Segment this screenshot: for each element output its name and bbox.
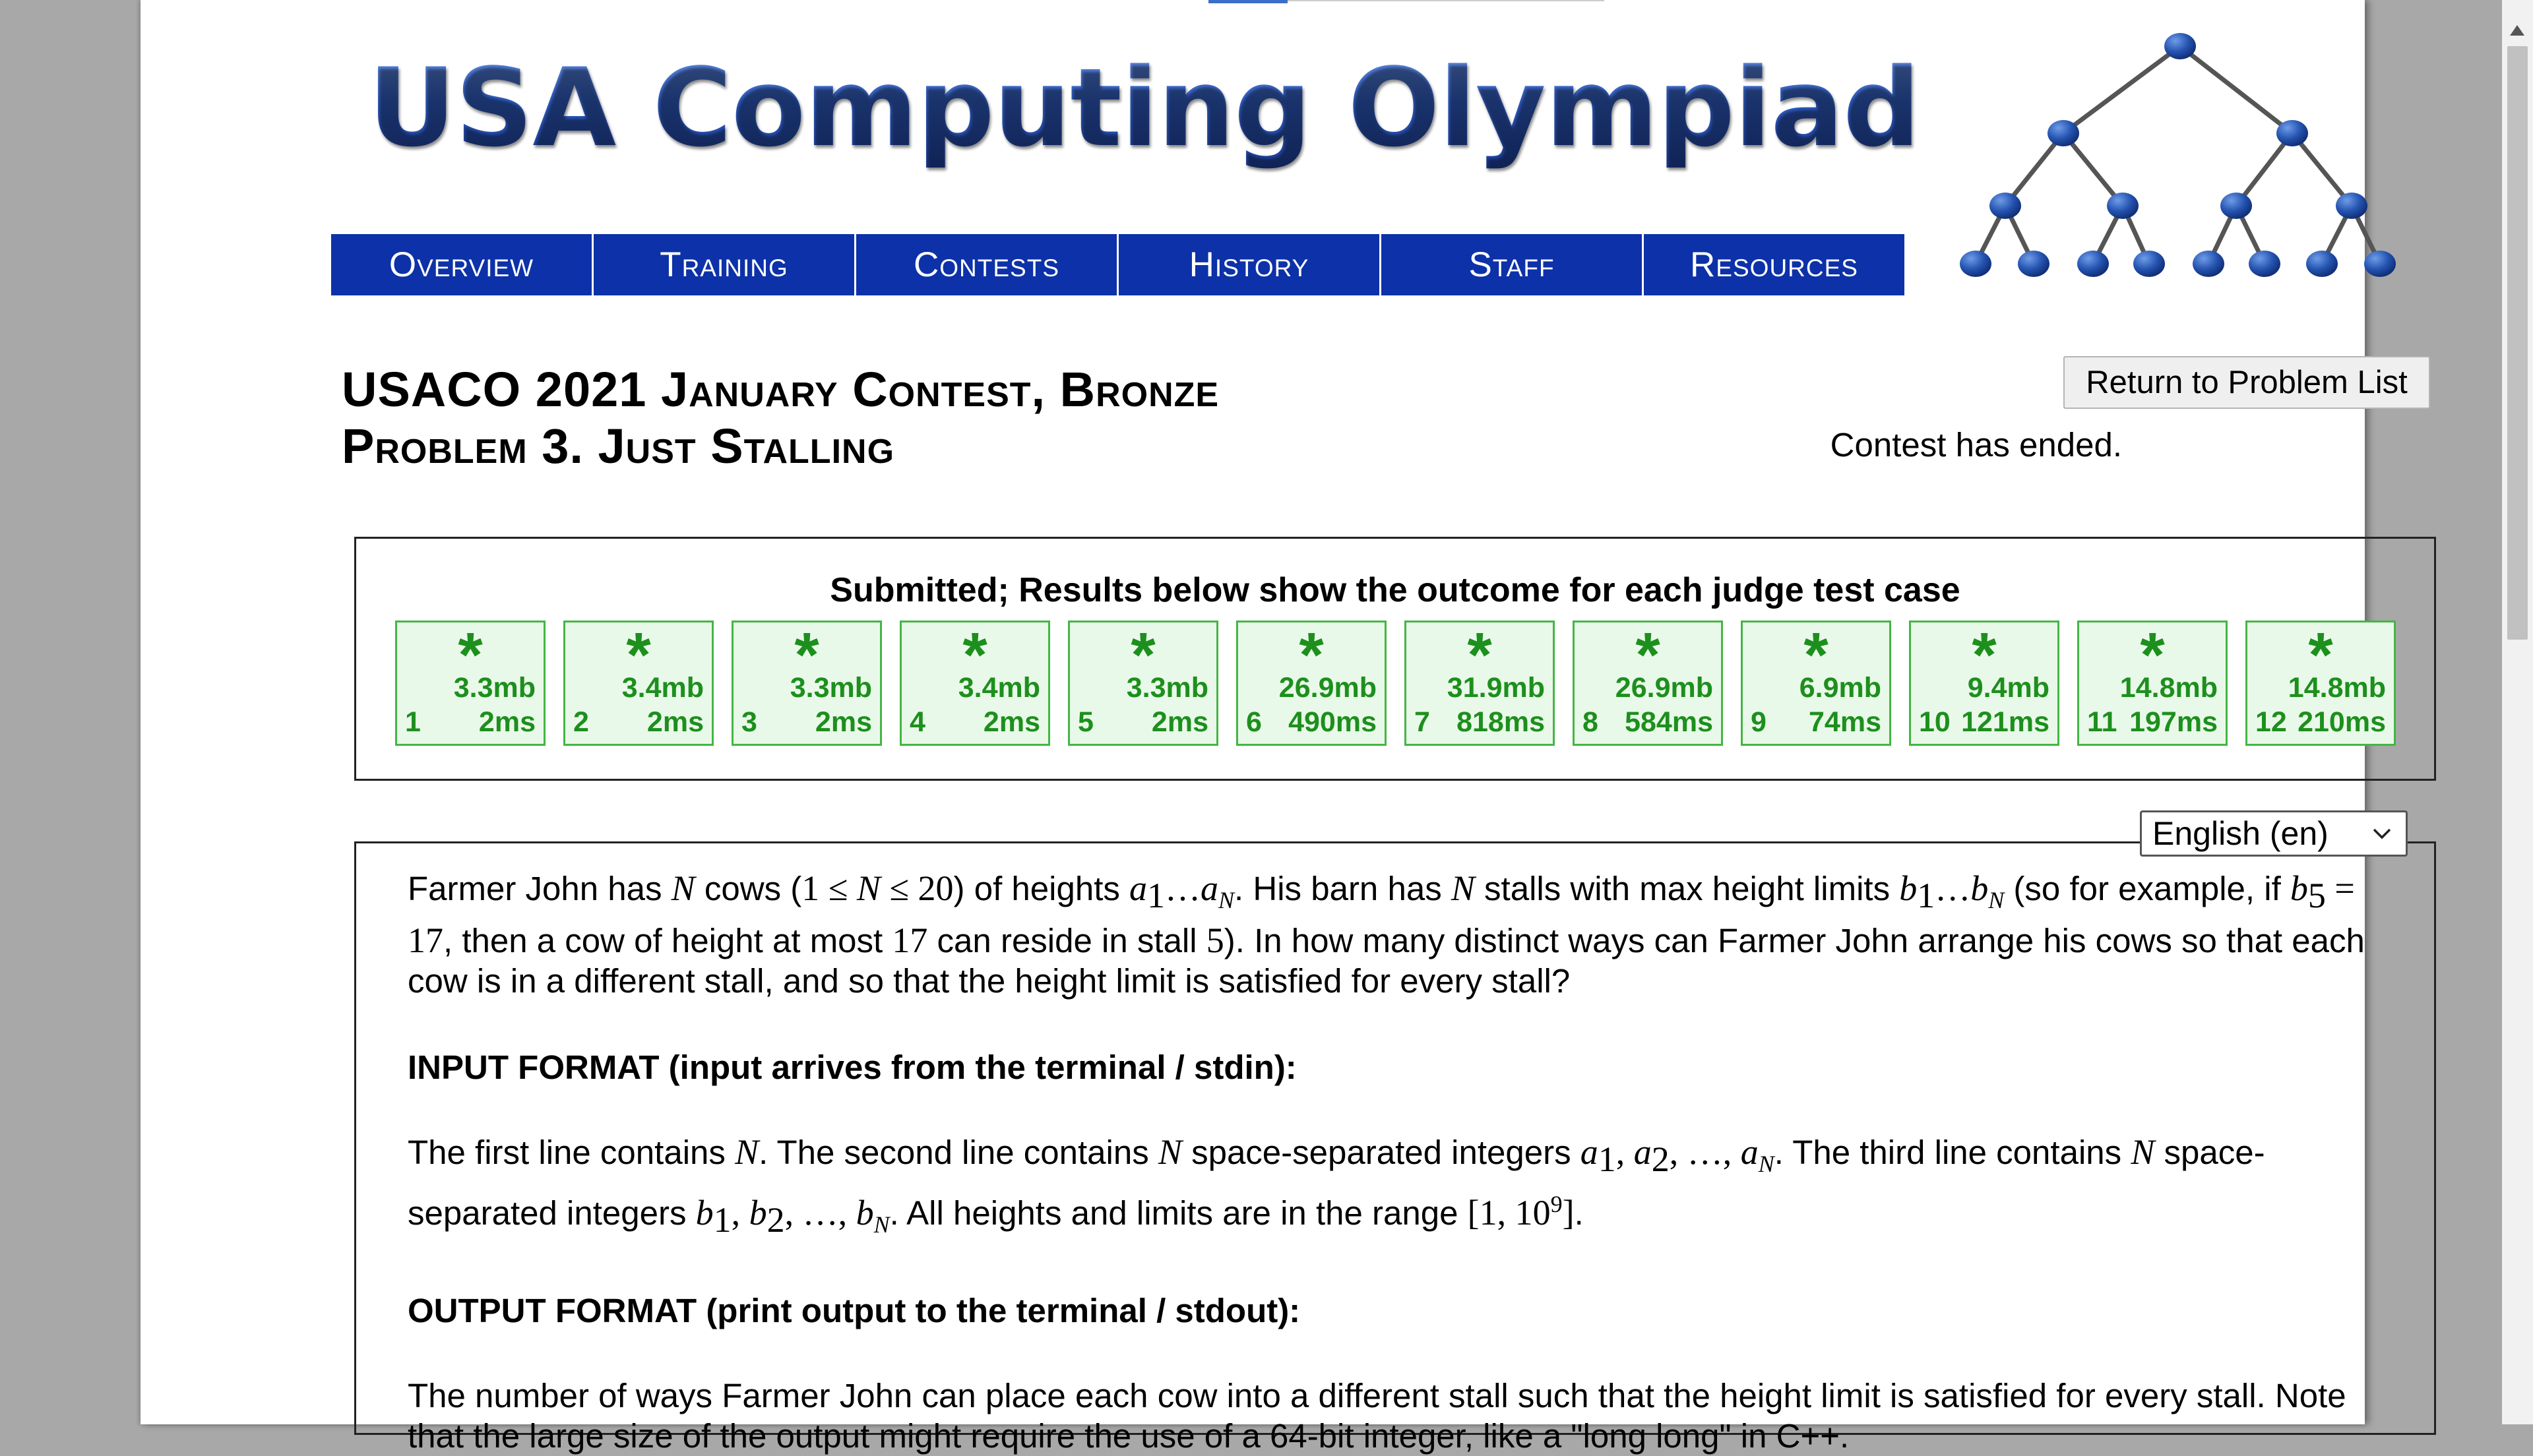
test-case-number: 5	[1078, 706, 1094, 738]
test-case-time: 584ms	[1625, 706, 1713, 738]
nav-staff[interactable]: Staff	[1381, 234, 1644, 295]
test-case-memory: 3.4mb	[958, 672, 1040, 704]
top-tab-indicator	[1208, 0, 1288, 3]
nav-resources[interactable]: Resources	[1644, 234, 1904, 295]
test-case-memory: 26.9mb	[1278, 672, 1377, 704]
tree-logo-icon	[1960, 33, 2396, 277]
site-logo[interactable]: USA Computing Olympiad	[368, 45, 1920, 171]
main-nav: Overview Training Contests History Staff…	[331, 234, 1904, 295]
problem-description: Farmer John has N cows (1 ≤ N ≤ 20) of h…	[408, 868, 2365, 1000]
test-case: * 31.9mb 7 818ms	[1404, 621, 1555, 746]
test-case-number: 8	[1582, 706, 1598, 738]
nav-history[interactable]: History	[1119, 234, 1381, 295]
test-case-memory: 14.8mb	[2119, 672, 2218, 704]
language-selected: English (en)	[2152, 815, 2329, 852]
test-case-memory: 26.9mb	[1615, 672, 1713, 704]
test-case-number: 3	[741, 706, 757, 738]
test-case: * 3.3mb 1 2ms	[395, 621, 546, 746]
problem-content: Farmer John has N cows (1 ≤ N ≤ 20) of h…	[408, 868, 2380, 1456]
nav-contests[interactable]: Contests	[856, 234, 1119, 295]
return-to-problem-list-button[interactable]: Return to Problem List	[2063, 356, 2430, 409]
test-case-number: 2	[573, 706, 589, 738]
output-format-heading: OUTPUT FORMAT (print output to the termi…	[408, 1292, 1301, 1330]
test-case-time: 121ms	[1961, 706, 2049, 738]
test-case-number: 9	[1751, 706, 1767, 738]
test-case-number: 1	[405, 706, 421, 738]
test-case: * 26.9mb 8 584ms	[1573, 621, 1723, 746]
test-case-memory: 3.3mb	[790, 672, 872, 704]
test-case-number: 7	[1414, 706, 1430, 738]
title-problem: Problem 3. Just Stalling	[342, 419, 895, 473]
scrollbar-thumb[interactable]	[2507, 46, 2528, 640]
test-case-time: 2ms	[983, 706, 1040, 738]
test-case-number: 4	[910, 706, 925, 738]
test-case-number: 6	[1246, 706, 1262, 738]
nav-overview[interactable]: Overview	[331, 234, 594, 295]
problem-statement: Farmer John has N cows (1 ≤ N ≤ 20) of h…	[354, 841, 2436, 1455]
test-case: * 9.4mb 10 121ms	[1909, 621, 2059, 746]
output-format-body: The number of ways Farmer John can place…	[408, 1377, 2346, 1455]
test-case-number: 10	[1919, 706, 1951, 738]
test-case-time: 2ms	[1151, 706, 1208, 738]
test-case: * 26.9mb 6 490ms	[1236, 621, 1387, 746]
chevron-down-icon	[2373, 828, 2391, 839]
test-case-time: 197ms	[2129, 706, 2218, 738]
test-case-memory: 3.4mb	[621, 672, 704, 704]
nav-training[interactable]: Training	[594, 234, 856, 295]
language-select[interactable]: English (en)	[2140, 810, 2408, 857]
test-case: * 3.4mb 4 2ms	[900, 621, 1050, 746]
test-case: * 14.8mb 12 210ms	[2245, 621, 2396, 746]
test-case-memory: 31.9mb	[1447, 672, 1545, 704]
page-scrollbar[interactable]	[2502, 0, 2533, 1424]
page-title: USACO 2021 January Contest, Bronze Probl…	[342, 361, 1219, 475]
test-case-list: * 3.3mb 1 2ms * 3.4mb 2 2ms * 3.3mb 3 2ms * 3.4mb 4 2ms…	[395, 621, 2414, 746]
test-case-time: 2ms	[478, 706, 536, 738]
input-format-heading: INPUT FORMAT (input arrives from the ter…	[408, 1048, 1297, 1086]
test-case-time: 2ms	[646, 706, 704, 738]
test-case-time: 2ms	[815, 706, 872, 738]
test-case: * 3.4mb 2 2ms	[563, 621, 714, 746]
test-case-memory: 6.9mb	[1799, 672, 1881, 704]
test-case: * 3.3mb 5 2ms	[1068, 621, 1218, 746]
contest-status: Contest has ended.	[1830, 426, 2122, 464]
results-panel: Submitted; Results below show the outcom…	[354, 537, 2436, 781]
test-case: * 6.9mb 9 74ms	[1741, 621, 1891, 746]
scroll-up-icon[interactable]	[2510, 25, 2524, 36]
test-case-number: 12	[2255, 706, 2287, 738]
test-case-memory: 3.3mb	[1126, 672, 1208, 704]
test-case-time: 818ms	[1456, 706, 1545, 738]
test-case-time: 74ms	[1809, 706, 1881, 738]
test-case-number: 11	[2087, 706, 2117, 738]
input-format-body: The first line contains N. The second li…	[408, 1132, 2265, 1240]
page: USA Computing Olympiad Overview Training…	[141, 0, 2436, 1455]
test-case-time: 210ms	[2298, 706, 2386, 738]
test-case: * 3.3mb 3 2ms	[732, 621, 882, 746]
test-case-memory: 14.8mb	[2288, 672, 2386, 704]
test-case: * 14.8mb 11 197ms	[2077, 621, 2228, 746]
test-case-time: 490ms	[1288, 706, 1377, 738]
title-contest: USACO 2021 January Contest, Bronze	[342, 362, 1220, 417]
test-case-memory: 9.4mb	[1967, 672, 2049, 704]
results-heading: Submitted; Results below show the outcom…	[830, 571, 1960, 609]
test-case-memory: 3.3mb	[453, 672, 536, 704]
top-divider	[1288, 0, 1604, 1]
